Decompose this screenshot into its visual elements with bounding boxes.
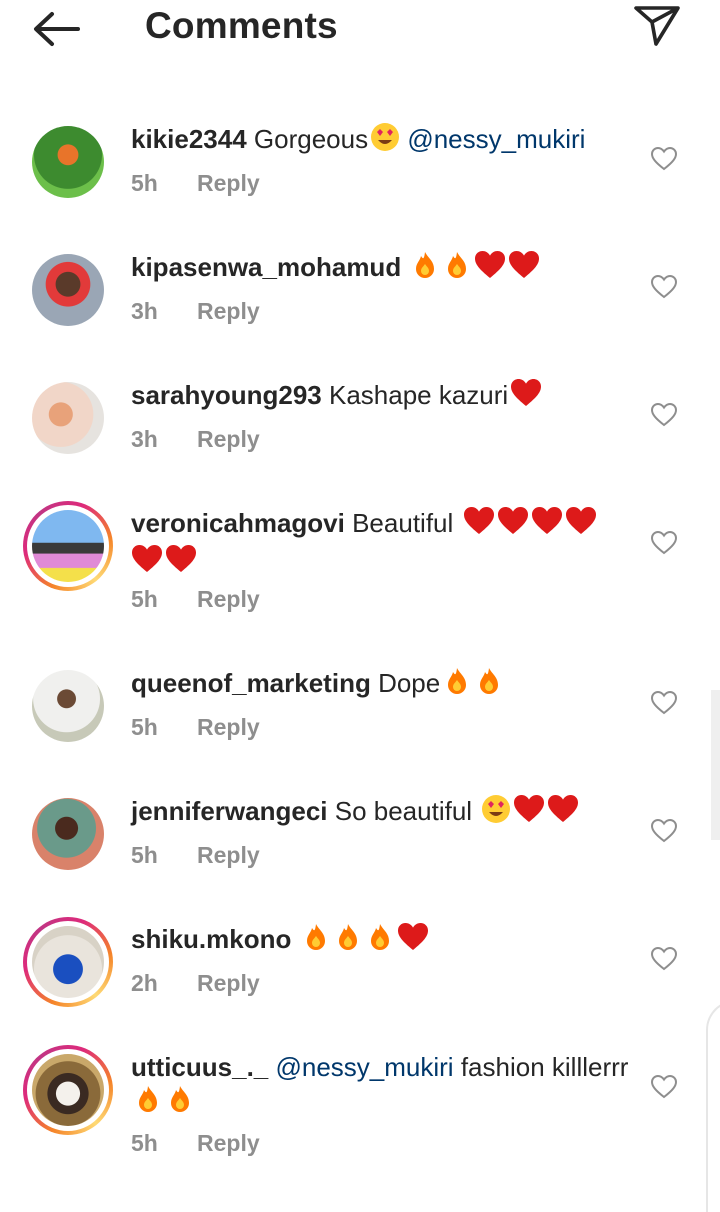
avatar [32,926,104,998]
username[interactable]: kikie2344 [131,124,247,154]
fire-emoji-icon [442,250,472,288]
story-ring-avatar[interactable] [23,917,113,1007]
comment-meta: 5h Reply [131,1130,260,1157]
comment-meta: 5h Reply [131,170,260,197]
username[interactable]: shiku.mkono [131,924,291,954]
comment-text: utticuus_._ @nessy_mukiri fashion killle… [131,1050,631,1122]
back-arrow-icon[interactable] [30,8,82,50]
fire-emoji-icon [365,922,395,960]
like-heart-icon[interactable] [650,690,678,715]
reply-button[interactable]: Reply [197,842,260,868]
reply-button[interactable]: Reply [197,970,260,996]
red-heart-emoji-icon [565,506,597,544]
comment-body: Dope [378,668,441,698]
reply-button[interactable]: Reply [197,426,260,452]
fire-emoji-icon [165,1084,195,1122]
mention-link[interactable]: @nessy_mukiri [407,124,585,154]
comment-body: Gorgeous [253,124,369,154]
avatar[interactable] [32,670,104,742]
fire-emoji-icon [333,922,363,960]
username[interactable]: queenof_marketing [131,668,371,698]
red-heart-emoji-icon [474,250,506,288]
like-heart-icon[interactable] [650,274,678,299]
red-heart-emoji-icon [463,506,495,544]
header-bar: Comments [0,0,720,60]
comment-text: shiku.mkono [131,922,631,960]
page-title: Comments [145,5,338,46]
fire-emoji-icon [410,250,440,288]
red-heart-emoji-icon [547,794,579,832]
comment-body: Kashape kazuri [328,380,509,410]
red-heart-emoji-icon [508,250,540,288]
timestamp: 5h [131,170,158,196]
edge-panel-handle[interactable] [706,1000,720,1212]
username[interactable]: sarahyoung293 [131,380,322,410]
avatar[interactable] [32,382,104,454]
red-heart-emoji-icon [397,922,429,960]
like-heart-icon[interactable] [650,1074,678,1099]
red-heart-emoji-icon [513,794,545,832]
comment-text: queenof_marketing Dope [131,666,631,704]
reply-button[interactable]: Reply [197,1130,260,1156]
timestamp: 5h [131,586,158,612]
like-heart-icon[interactable] [650,146,678,171]
timestamp: 3h [131,298,158,324]
red-heart-emoji-icon [497,506,529,544]
avatar[interactable] [32,798,104,870]
fire-emoji-icon [301,922,331,960]
fire-emoji-icon [442,666,472,704]
red-heart-emoji-icon [165,544,197,582]
comment-meta: 3h Reply [131,298,260,325]
like-heart-icon[interactable] [650,530,678,555]
comment-meta: 5h Reply [131,714,260,741]
timestamp: 3h [131,426,158,452]
comment-meta: 2h Reply [131,970,260,997]
heart-eyes-emoji-icon [481,794,511,832]
fire-emoji-icon [474,666,504,704]
comment-meta: 3h Reply [131,426,260,453]
reply-button[interactable]: Reply [197,298,260,324]
comment-body: Beautiful [352,508,454,538]
scrollbar[interactable] [711,690,720,840]
timestamp: 5h [131,842,158,868]
like-heart-icon[interactable] [650,402,678,427]
story-ring-avatar[interactable] [23,1045,113,1135]
timestamp: 5h [131,1130,158,1156]
username[interactable]: jenniferwangeci [131,796,328,826]
story-ring-avatar[interactable] [23,501,113,591]
red-heart-emoji-icon [131,544,163,582]
timestamp: 2h [131,970,158,996]
heart-eyes-emoji-icon [370,122,400,160]
send-icon[interactable] [632,2,682,48]
comment-body: fashion killlerrr [460,1052,629,1082]
red-heart-emoji-icon [510,378,542,416]
avatar [32,510,104,582]
comment-text: kikie2344 Gorgeous @nessy_mukiri [131,122,631,160]
timestamp: 5h [131,714,158,740]
comment-text: veronicahmagovi Beautiful [131,506,631,582]
reply-button[interactable]: Reply [197,586,260,612]
reply-button[interactable]: Reply [197,714,260,740]
username[interactable]: kipasenwa_mohamud [131,252,401,282]
avatar[interactable] [32,126,104,198]
comment-text: kipasenwa_mohamud [131,250,631,288]
fire-emoji-icon [133,1084,163,1122]
mention-link[interactable]: @nessy_mukiri [275,1052,453,1082]
avatar [32,1054,104,1126]
comment-text: jenniferwangeci So beautiful [131,794,631,832]
red-heart-emoji-icon [531,506,563,544]
reply-button[interactable]: Reply [197,170,260,196]
username[interactable]: utticuus_._ [131,1052,268,1082]
comment-body: So beautiful [334,796,473,826]
username[interactable]: veronicahmagovi [131,508,345,538]
comment-meta: 5h Reply [131,586,260,613]
comment-text: sarahyoung293 Kashape kazuri [131,378,631,416]
avatar[interactable] [32,254,104,326]
like-heart-icon[interactable] [650,946,678,971]
comment-meta: 5h Reply [131,842,260,869]
like-heart-icon[interactable] [650,818,678,843]
